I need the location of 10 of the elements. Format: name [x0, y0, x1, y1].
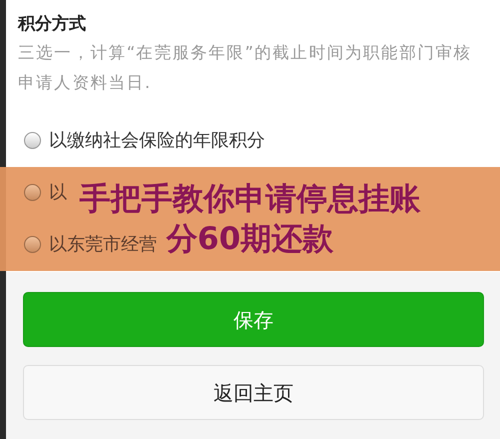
section-title: 积分方式 [18, 14, 87, 34]
banner-text: 手把手教你申请停息挂账 [80, 180, 420, 219]
section-description: 三选一，计算“在莞服务年限”的截止时间为职能部门审核申请人资料当日. [18, 42, 473, 94]
option-label[interactable]: 以缴纳社会保险的年限积分 [49, 126, 265, 154]
radio-button[interactable] [24, 132, 41, 149]
option-label[interactable]: 以 [49, 178, 67, 206]
banner-text: 分60期还款 [166, 220, 334, 259]
home-button[interactable]: 返回主页 [23, 365, 484, 420]
option-label[interactable]: 以东莞市经营 [49, 230, 157, 258]
save-button[interactable]: 保存 [23, 292, 484, 347]
